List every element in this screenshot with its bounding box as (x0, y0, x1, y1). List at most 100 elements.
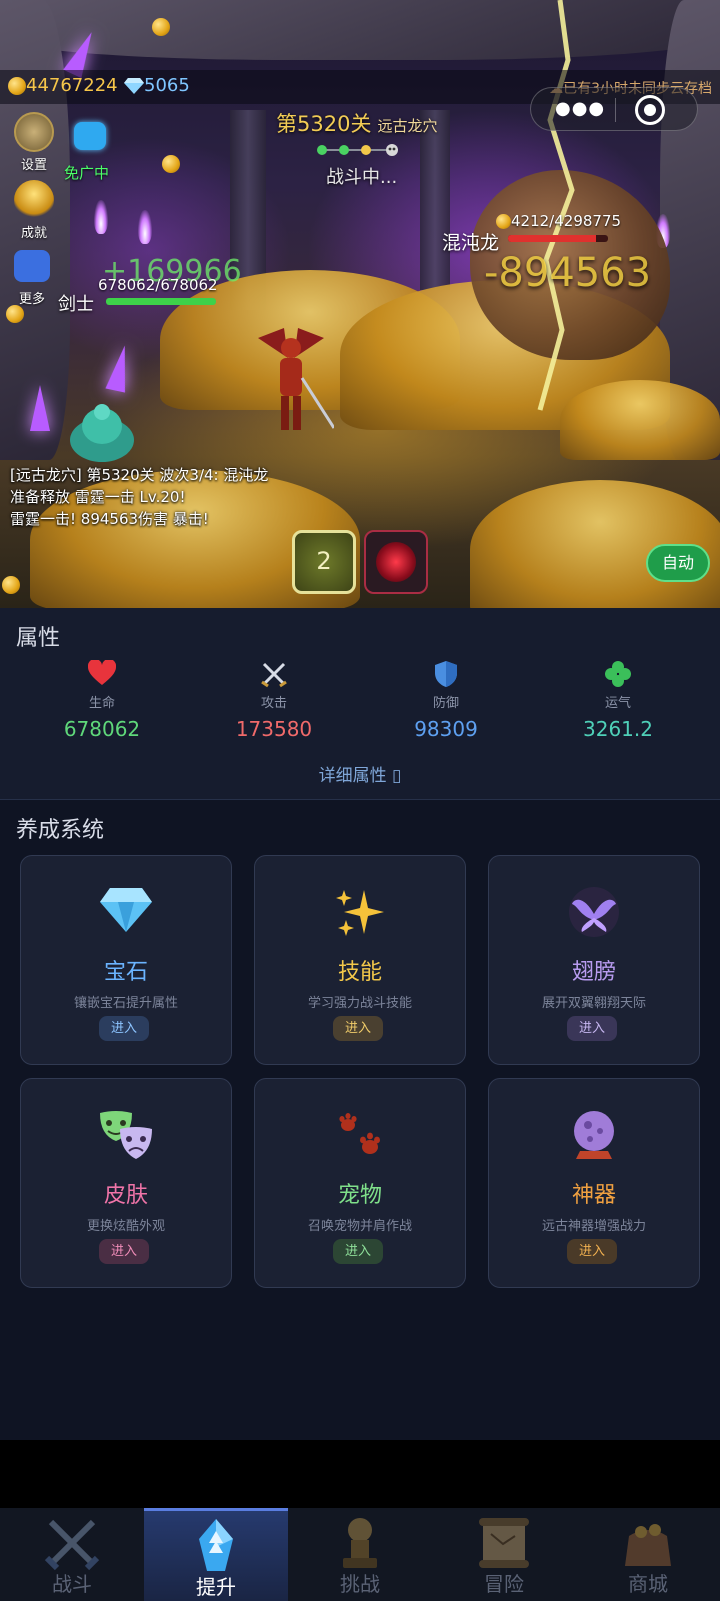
more-label: 更多 (18, 292, 45, 307)
nav-upgrade[interactable]: 提升 (144, 1508, 288, 1601)
coin-sprite (2, 576, 20, 594)
miniprogram-capsule: ●●● (530, 87, 698, 131)
damage-number: -894563 (484, 250, 652, 296)
wings-icon (489, 886, 699, 942)
capsule-divider (615, 98, 616, 122)
masks-icon (21, 1109, 231, 1165)
trophy-statue-icon (343, 1518, 377, 1568)
enter-skin-button[interactable]: 进入 (99, 1239, 149, 1264)
orb-icon (489, 1109, 699, 1165)
nav-battle-label: 战斗 (52, 1572, 92, 1596)
skill-slot-thunder[interactable]: 2 (292, 530, 356, 594)
enter-wings-button[interactable]: 进入 (567, 1016, 617, 1041)
trophy-icon (14, 180, 54, 220)
log-line: [远古龙穴] 第5320关 波次3/4: 混沌龙 (10, 466, 269, 484)
close-miniprogram-icon[interactable] (635, 95, 665, 125)
upgrade-crystal-icon (199, 1519, 233, 1571)
card-pet-title: 宠物 (337, 1183, 382, 1208)
card-artifact[interactable]: 神器 远古神器增强战力 进入 (488, 1078, 700, 1288)
coin-sprite (6, 305, 24, 323)
torch-icon (94, 200, 108, 234)
card-pet[interactable]: 宠物 召唤宠物并肩作战 进入 (254, 1078, 466, 1288)
attr-defense: 防御 98309 (376, 660, 516, 741)
nav-challenge[interactable]: 挑战 (288, 1508, 432, 1601)
coin-sprite (152, 18, 170, 36)
heart-icon (32, 658, 172, 690)
attr-defense-value: 98309 (414, 717, 478, 741)
attributes-title: 属性 (16, 626, 61, 651)
crossed-swords-icon (44, 1519, 100, 1571)
card-wings[interactable]: 翅膀 展开双翼翱翔天际 进入 (488, 855, 700, 1065)
achievements-button[interactable]: 成就 (6, 180, 62, 241)
cultivation-section: 养成系统 宝石 镶嵌宝石提升属性 进入 技能 学习强力战斗技能 进入 翅膀 展开… (0, 800, 720, 1440)
card-skill[interactable]: 技能 学习强力战斗技能 进入 (254, 855, 466, 1065)
torch-icon (138, 210, 152, 244)
crystal-icon (105, 343, 135, 393)
shop-bag-icon (625, 1524, 671, 1566)
attr-luck: 运气 3261.2 (548, 660, 688, 741)
nav-shop[interactable]: 商城 (576, 1508, 720, 1601)
attr-luck-label: 运气 (604, 696, 631, 711)
card-artifact-title: 神器 (571, 1183, 616, 1208)
nav-challenge-label: 挑战 (340, 1572, 380, 1596)
enemy-hp-bar (508, 235, 608, 242)
game-screen: 44767224 5065 ☁已有3小时未同步云存档 ●●● 设置 成就 更多 … (0, 0, 720, 1601)
card-skill-title: 技能 (337, 960, 382, 985)
sparkles-icon (255, 886, 465, 942)
enter-artifact-button[interactable]: 进入 (567, 1239, 617, 1264)
nav-battle[interactable]: 战斗 (0, 1508, 144, 1601)
attr-defense-label: 防御 (432, 696, 459, 711)
card-skin[interactable]: 皮肤 更换炫酷外观 进入 (20, 1078, 232, 1288)
skill-slot-rose[interactable] (364, 530, 428, 594)
coin-icon (8, 77, 26, 95)
card-gem-title: 宝石 (103, 960, 148, 985)
stage-number: 第5320关 (276, 112, 372, 136)
attr-attack-label: 攻击 (260, 696, 287, 711)
shield-icon (376, 660, 516, 690)
achievements-label: 成就 (20, 226, 47, 241)
coin-icon (496, 214, 511, 229)
nav-upgrade-label: 提升 (196, 1575, 236, 1599)
gear-icon (14, 112, 54, 152)
turtle-pet-sprite (70, 404, 134, 462)
battle-log: [远古龙穴] 第5320关 波次3/4: 混沌龙 准备释放 雷霆一击 Lv.20… (10, 464, 268, 530)
nav-shop-label: 商城 (628, 1572, 668, 1596)
gem-value: 5065 (144, 75, 190, 96)
attr-hp: 生命 678062 (32, 658, 172, 741)
gem-counter: 5065 (124, 75, 190, 96)
enemy-hp-fill (508, 235, 596, 242)
player-hp-text: 678062/678062 (98, 276, 218, 294)
tv-ad-icon[interactable] (74, 122, 106, 150)
enter-pet-button[interactable]: 进入 (333, 1239, 383, 1264)
card-skin-title: 皮肤 (103, 1183, 148, 1208)
lightning-bolt (537, 0, 575, 411)
nav-adventure-label: 冒险 (484, 1572, 524, 1596)
detailed-attributes-link[interactable]: 详细属性 ▯ (0, 761, 720, 786)
crystal-icon (30, 385, 50, 431)
player-hp-fill (106, 298, 216, 305)
attr-hp-value: 678062 (63, 717, 141, 741)
log-line: 雷霆一击! 894563伤害 暴击! (10, 510, 209, 528)
player-hp-bar (106, 298, 216, 305)
settings-button[interactable]: 设置 (6, 112, 62, 173)
stage-location: 远古龙穴 (377, 117, 438, 135)
gold-counter: 44767224 (8, 75, 118, 96)
gamepad-icon (14, 250, 50, 282)
cultivation-title: 养成系统 (16, 818, 105, 843)
card-wings-title: 翅膀 (571, 960, 616, 985)
ad-free-status: 免广中 (64, 164, 110, 182)
empty-strip (0, 1440, 720, 1508)
more-button[interactable]: 更多 (4, 250, 60, 307)
diamond-icon (124, 78, 144, 94)
gem-icon (21, 886, 231, 942)
enter-gem-button[interactable]: 进入 (99, 1016, 149, 1041)
enter-skill-button[interactable]: 进入 (333, 1016, 383, 1041)
nav-adventure[interactable]: 冒险 (432, 1508, 576, 1601)
card-gem-desc: 镶嵌宝石提升属性 (73, 996, 178, 1011)
swords-icon (204, 660, 344, 690)
battle-status: 战斗中... (326, 167, 398, 188)
card-gem[interactable]: 宝石 镶嵌宝石提升属性 进入 (20, 855, 232, 1065)
more-options-icon[interactable]: ●●● (555, 98, 605, 119)
auto-battle-button[interactable]: 自动 (646, 544, 710, 582)
swordsman-sprite (258, 328, 334, 430)
